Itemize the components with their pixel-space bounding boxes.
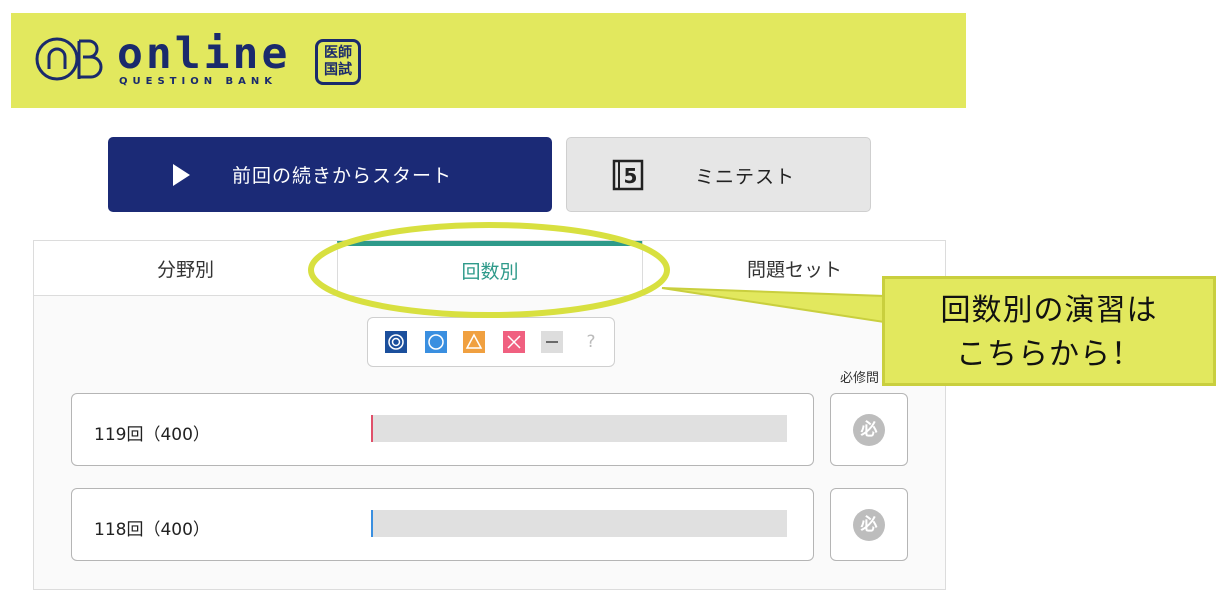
logo-badge-line2: 国試 [324,62,352,78]
progress-fill [371,415,373,442]
svg-text:5: 5 [624,164,638,188]
exam-row-118[interactable]: 118回（400） [71,488,814,561]
mini-test-label: ミニテスト [695,166,796,188]
triangle-icon [465,333,483,349]
filter-cross-button[interactable] [503,331,525,353]
filter-circle-button[interactable] [425,331,447,353]
question-panel: 分野別 回数別 問題セット ? 必修問 119回（400） 必 118回（400… [33,240,946,590]
callout-box: 回数別の演習は こちらから！ [882,276,1216,386]
exam-row-119[interactable]: 119回（400） [71,393,814,466]
mini-test-5-icon: 5 [612,159,644,191]
must-icon: 必 [853,414,885,446]
play-icon [173,164,190,186]
filter-unknown-button[interactable]: ? [580,331,602,353]
dash-icon [546,341,558,343]
exam-row-label: 118回（400） [94,520,210,540]
must-button-118[interactable]: 必 [830,488,908,561]
app-header: online QUESTION BANK 医師 国試 [11,13,966,108]
continue-label: 前回の続きからスタート [232,165,453,187]
tab-bar: 分野別 回数別 問題セット [34,241,945,296]
logo-text: online [117,29,291,79]
logo-subtitle: QUESTION BANK [119,76,278,87]
logo-badge-line1: 医師 [324,45,352,61]
filter-triangle-button[interactable] [463,331,485,353]
qb-logo-icon [35,37,103,81]
tab-by-exam-number[interactable]: 回数別 [337,241,642,295]
mini-test-button[interactable]: 5 ミニテスト [566,137,871,212]
circle-icon [428,334,444,350]
app-logo[interactable]: online QUESTION BANK 医師 国試 [35,29,375,95]
callout-line2: こちらから！ [956,337,1142,372]
progress-bar [371,510,787,537]
must-button-119[interactable]: 必 [830,393,908,466]
must-column-label: 必修問 [840,371,880,386]
progress-bar [371,415,787,442]
filter-double-circle-button[interactable] [385,331,407,353]
answer-filter: ? [367,317,615,367]
progress-fill [371,510,373,537]
filter-dash-button[interactable] [541,331,563,353]
continue-button[interactable]: 前回の続きからスタート [108,137,552,212]
logo-badge: 医師 国試 [315,39,361,85]
cross-icon [507,335,521,349]
tab-by-field[interactable]: 分野別 [34,241,337,295]
exam-row-label: 119回（400） [94,425,210,445]
must-icon: 必 [853,509,885,541]
double-circle-icon [388,334,404,350]
callout-line1: 回数別の演習は [940,293,1158,328]
